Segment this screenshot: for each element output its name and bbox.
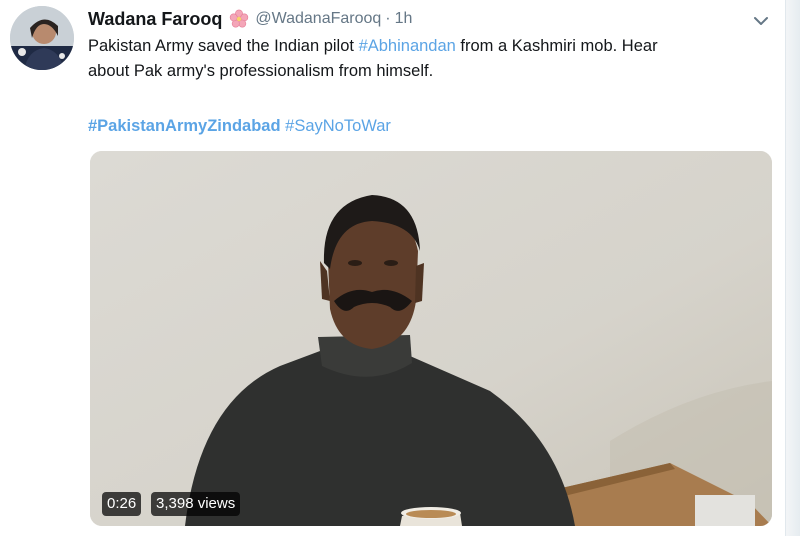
user-handle[interactable]: @WadanaFarooq (255, 10, 381, 28)
hashtag-line: #PakistanArmyZindabad #SayNoToWar (88, 114, 391, 139)
tweet-header: Wadana Farooq @WadanaFarooq · 1h (88, 8, 412, 30)
tweet-text-before: Pakistan Army saved the Indian pilot (88, 37, 359, 55)
tweet-card: Wadana Farooq @WadanaFarooq · 1h Pakista… (0, 0, 800, 536)
video-player[interactable]: 0:26 3,398 views (90, 151, 772, 526)
video-views-badge: 3,398 views (151, 492, 241, 516)
tweet-text: Pakistan Army saved the Indian pilot #Ab… (88, 34, 768, 84)
tweet-text-line-1: Pakistan Army saved the Indian pilot #Ab… (88, 34, 768, 59)
timestamp[interactable]: 1h (395, 10, 413, 28)
avatar[interactable] (10, 6, 74, 70)
display-name[interactable]: Wadana Farooq (88, 9, 222, 30)
video-duration-badge: 0:26 (102, 492, 142, 516)
tweet-text-line-2: about Pak army's professionalism from hi… (88, 62, 434, 80)
scroll-edge (785, 0, 800, 536)
cherry-blossom-icon (229, 9, 249, 29)
tweet-text-after: from a Kashmiri mob. Hear (455, 37, 658, 55)
hashtag-pakistanarmyzindabad[interactable]: #PakistanArmyZindabad (88, 117, 281, 135)
video-frame (90, 151, 772, 526)
chevron-down-icon[interactable] (750, 10, 772, 32)
hashtag-abhinandan[interactable]: #Abhinandan (359, 37, 456, 55)
separator-dot: · (385, 10, 391, 27)
hashtag-saynotowar[interactable]: #SayNoToWar (285, 117, 391, 135)
